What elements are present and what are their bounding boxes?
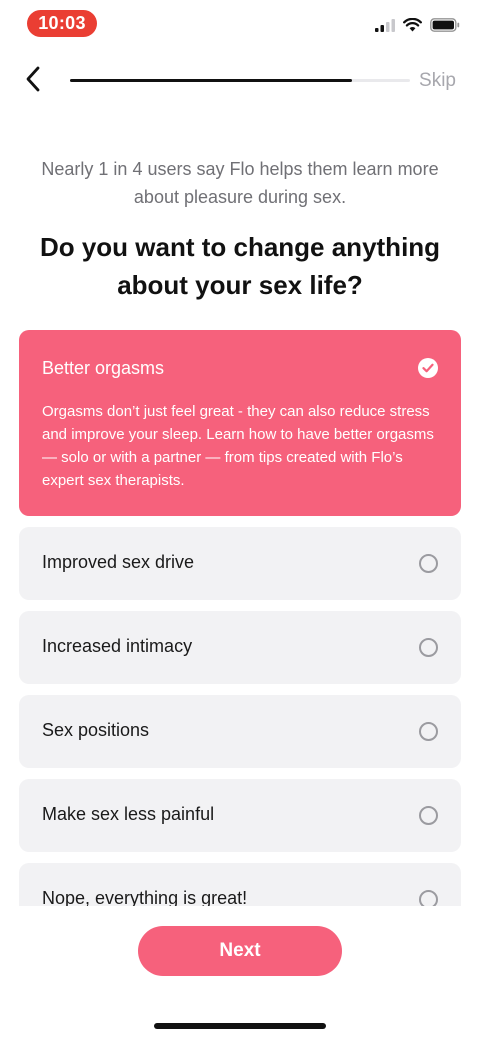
- radio-unchecked-icon: [419, 554, 438, 573]
- skip-button[interactable]: Skip: [419, 70, 456, 92]
- status-time: 10:03: [27, 10, 97, 37]
- radio-unchecked-icon: [419, 638, 438, 657]
- status-bar: 10:03: [0, 0, 480, 48]
- option-label: Nope, everything is great!: [42, 888, 248, 906]
- option-label: Sex positions: [42, 720, 150, 740]
- wifi-icon: [403, 17, 422, 37]
- option-label: Make sex less painful: [42, 804, 215, 824]
- battery-icon: [430, 18, 460, 37]
- option-better-orgasms[interactable]: Better orgasms Orgasms don’t just feel g…: [19, 330, 461, 516]
- chevron-left-icon: [25, 66, 41, 97]
- next-button[interactable]: Next: [138, 926, 342, 976]
- option-make-sex-less-painful[interactable]: Make sex less painful: [19, 779, 461, 852]
- subtitle-text: Nearly 1 in 4 users say Flo helps them l…: [41, 159, 439, 207]
- option-improved-sex-drive[interactable]: Improved sex drive: [19, 527, 461, 600]
- question-heading: Do you want to change anything about you…: [39, 232, 441, 300]
- radio-unchecked-icon: [419, 722, 438, 741]
- checkmark-icon: [418, 358, 438, 378]
- radio-unchecked-icon: [419, 806, 438, 825]
- back-button[interactable]: [14, 62, 52, 100]
- top-navigation: Skip: [0, 58, 480, 104]
- progress-bar-fill: [70, 79, 353, 82]
- option-label: Increased intimacy: [42, 636, 193, 656]
- option-label: Better orgasms: [42, 358, 165, 378]
- option-increased-intimacy[interactable]: Increased intimacy: [19, 611, 461, 684]
- progress-bar: [70, 79, 410, 82]
- option-sex-positions[interactable]: Sex positions: [19, 695, 461, 768]
- radio-unchecked-icon: [419, 890, 438, 906]
- option-label: Improved sex drive: [42, 552, 195, 572]
- option-description: Orgasms don’t just feel great - they can…: [42, 403, 434, 489]
- home-indicator: [154, 1023, 326, 1029]
- cellular-signal-icon: [375, 18, 395, 37]
- option-nope-everything-is-great[interactable]: Nope, everything is great!: [19, 863, 461, 906]
- options-list[interactable]: Better orgasms Orgasms don’t just feel g…: [0, 330, 480, 906]
- status-icons: [375, 17, 460, 37]
